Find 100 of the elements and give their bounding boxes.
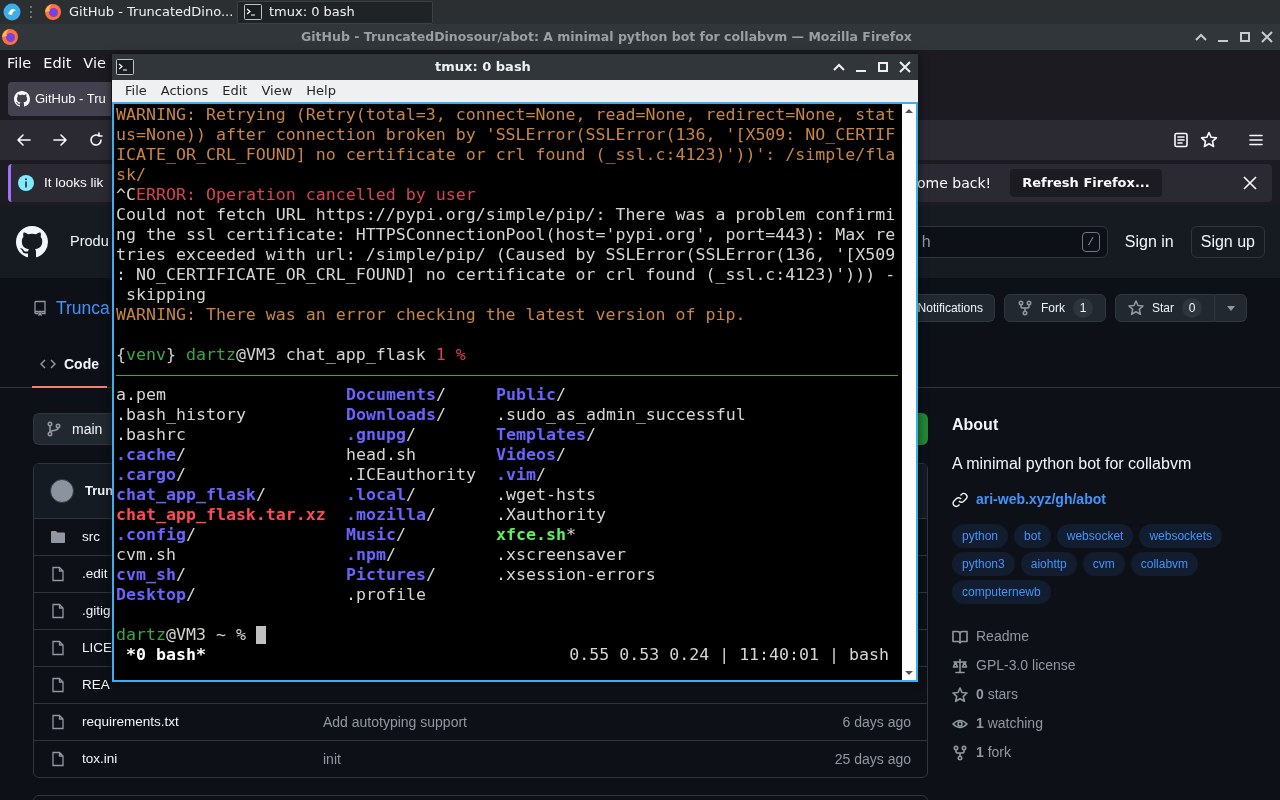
menu-item[interactable]: File [118, 81, 154, 101]
menu-item[interactable]: File [1, 53, 38, 75]
star-icon [1128, 300, 1144, 316]
scale-icon [952, 657, 968, 674]
menu-item[interactable]: Edit [215, 81, 255, 101]
browser-tab[interactable]: GitHub - Tru [8, 82, 111, 116]
refresh-firefox-button[interactable]: Refresh Firefox... [1010, 169, 1162, 197]
sidebar-link[interactable]: Readme [976, 626, 1029, 647]
code-button[interactable] [918, 413, 928, 445]
maximize-icon[interactable] [1238, 30, 1252, 44]
bookmark-star-icon[interactable] [1200, 131, 1218, 149]
launcher-icon[interactable] [3, 3, 21, 21]
file-icon [50, 714, 66, 730]
topic-tag[interactable]: websocket [1056, 524, 1134, 548]
fork-button[interactable]: Fork 1 [1004, 294, 1106, 322]
count-badge: 0 [1182, 298, 1202, 318]
scrollbar[interactable] [902, 104, 916, 680]
sidebar-link[interactable]: GPL-3.0 license [976, 655, 1076, 676]
sidebar-link[interactable]: 1 watching [976, 713, 1043, 734]
file-link[interactable]: tox.ini [82, 748, 118, 770]
branch-button[interactable]: main [33, 413, 112, 445]
commit-age: 25 days ago [834, 749, 911, 769]
star-dropdown-button[interactable] [1215, 294, 1247, 322]
keyboard-shortcut-key: / [1081, 232, 1100, 252]
taskbar-task[interactable]: tmux: 0 bash [237, 0, 433, 24]
menu-item[interactable]: View [254, 81, 300, 101]
website-link[interactable]: ari-web.xyz/gh/abot [976, 489, 1106, 510]
taskbar-task[interactable]: GitHub - TruncatedDino... [37, 0, 233, 24]
terminal-line: WARNING: There was an error checking the latest version of pip. [116, 305, 746, 325]
code-tab[interactable]: Code [32, 352, 107, 388]
file-link[interactable]: .gitig [82, 600, 111, 622]
file-entry: chat_app_flask/ [116, 485, 266, 505]
file-entry: .mozilla/ [346, 505, 436, 525]
file-link[interactable]: src [82, 526, 100, 548]
firefox-icon [44, 3, 62, 21]
commit-author[interactable]: Trun [85, 481, 114, 501]
file-entry: .local/ [346, 485, 416, 505]
file-entry: a.pem [116, 385, 166, 405]
topic-tag[interactable]: cvm [1082, 552, 1125, 576]
commit-message-link[interactable]: init [323, 748, 341, 770]
github-logo-icon[interactable] [16, 226, 48, 258]
file-entry: .npm/ [346, 545, 396, 565]
reader-view-icon[interactable] [1173, 132, 1189, 148]
file-entry: Music/ [346, 525, 406, 545]
topic-tag[interactable]: python3 [952, 552, 1015, 576]
topic-tag[interactable]: bot [1014, 524, 1051, 548]
terminal-line: us=None)) after connection broken by 'SSLError(SSLError(136, '[X509: NO_CERTIF [116, 125, 896, 145]
tmux-window-label: *0 bash* [126, 645, 206, 665]
menu-item[interactable]: Help [299, 81, 343, 101]
menu-item[interactable]: Actions [153, 81, 216, 101]
topic-tag[interactable]: websockets [1139, 524, 1223, 548]
repo-description: A minimal python bot for collabvm [952, 454, 1193, 474]
file-entry: .vim/ [496, 465, 546, 485]
back-icon[interactable] [16, 132, 32, 148]
menu-item[interactable]: Edit [37, 53, 78, 75]
file-link[interactable]: requirements.txt [82, 711, 179, 733]
menu-icon[interactable] [1248, 132, 1264, 148]
file-link[interactable]: LICE [82, 637, 112, 659]
file-entry: .xsession-errors [496, 565, 656, 585]
topic-tag[interactable]: aiohttp [1020, 552, 1077, 576]
sign-up-button[interactable]: Sign up [1190, 226, 1265, 258]
repo-name-link[interactable]: Trunca [56, 294, 110, 322]
file-entry: Templates/ [496, 425, 596, 445]
file-link[interactable]: .edit [82, 563, 108, 585]
file-entry: chat_app_flask.tar.xz [116, 505, 326, 525]
maximize-icon[interactable] [876, 60, 890, 74]
star-button[interactable]: Star 0 [1115, 294, 1215, 322]
file-link[interactable]: REA [82, 674, 110, 696]
tmux-status-info: 0.55 0.53 0.24 | 11:40:01 | bash [569, 645, 889, 665]
file-entry: .gnupg/ [346, 425, 416, 445]
file-entry: Documents/ [346, 385, 446, 405]
nav-link[interactable]: Produ [70, 231, 109, 253]
notifications-button[interactable]: Notifications [915, 294, 995, 322]
file-entry: .sudo_as_admin_successful [496, 405, 746, 425]
sidebar-link[interactable]: 1 fork [976, 742, 1012, 763]
sidebar-link[interactable]: 0 stars [976, 684, 1019, 705]
file-entry: .Xauthority [496, 505, 606, 525]
file-entry: xfce.sh* [496, 525, 576, 545]
sign-in-link[interactable]: Sign in [1124, 230, 1174, 254]
book-icon [952, 628, 968, 645]
menu-item[interactable]: Vie [77, 53, 112, 75]
terminal-line: ICATE_OR_CRL_FOUND] no certificate or crl found (_ssl.c:4123)'))': /simple/fla [116, 145, 896, 165]
terminal-line: Could not fetch URL https://pypi.org/simple/pip/: There was a problem confirmi [116, 205, 896, 225]
file-entry: .xscreensaver [496, 545, 626, 565]
file-icon [50, 603, 66, 619]
topic-tag[interactable]: collabvm [1130, 552, 1199, 576]
reload-icon[interactable] [88, 132, 104, 148]
file-entry: .bash_history [116, 405, 246, 425]
terminal-line: ^CERROR: Operation cancelled by user [116, 185, 476, 205]
github-icon[interactable] [14, 91, 30, 107]
star-icon [952, 686, 968, 703]
topic-tag[interactable]: python [952, 524, 1009, 548]
close-icon[interactable] [1260, 30, 1274, 44]
repo-icon [32, 300, 48, 316]
terminal-icon [116, 59, 134, 75]
file-entry: .ICEauthority [346, 465, 476, 485]
commit-message-link[interactable]: Add autotyping support [323, 711, 467, 733]
topic-tag[interactable]: computernewb [952, 580, 1051, 604]
file-entry: Public/ [496, 385, 566, 405]
file-entry: cvm_sh/ [116, 565, 186, 585]
